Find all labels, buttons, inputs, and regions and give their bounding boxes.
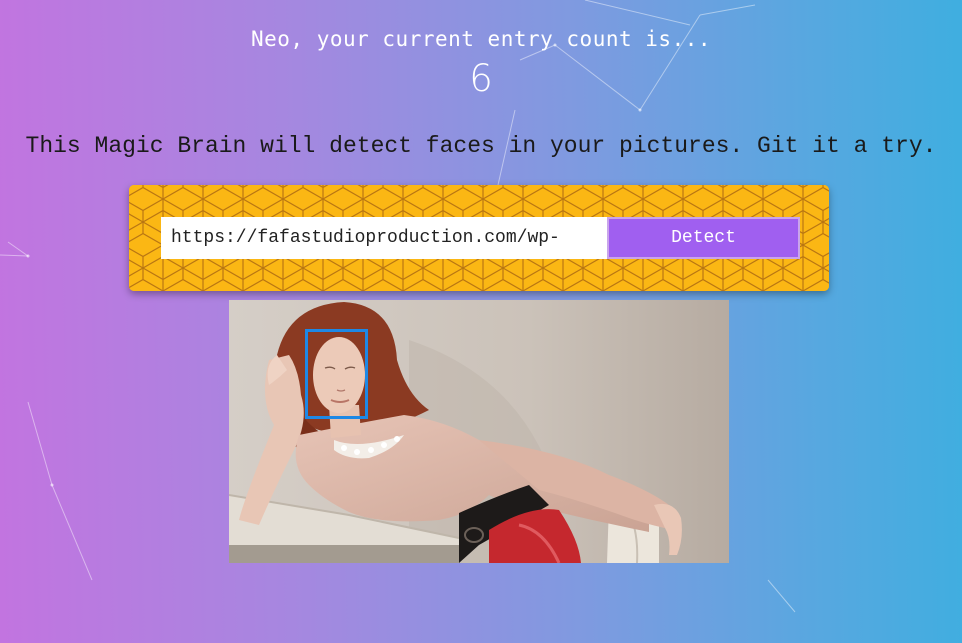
entry-count: 6 — [469, 57, 493, 100]
portrait-photo — [229, 300, 729, 563]
input-image — [229, 300, 729, 563]
image-link-form: Detect — [129, 185, 829, 291]
image-url-input[interactable] — [161, 217, 607, 259]
intro-text: This Magic Brain will detect faces in yo… — [25, 133, 937, 159]
face-bounding-box — [305, 329, 368, 419]
rank-message: Neo, your current entry count is... — [250, 27, 711, 51]
detect-button[interactable]: Detect — [607, 217, 800, 259]
